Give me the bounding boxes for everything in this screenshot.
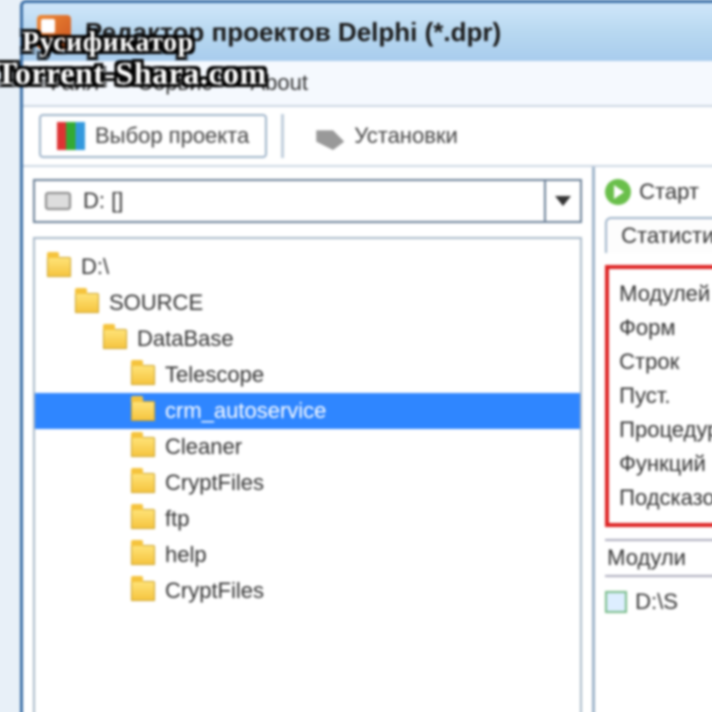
stat-row: Процедур [619,413,712,447]
folder-icon [131,473,155,493]
modules-header: Модули [605,539,712,577]
tree-item-label: Cleaner [165,434,242,460]
module-path-text: D:\S [635,589,678,615]
tree-item[interactable]: SOURCE [35,285,580,321]
folder-icon [103,329,127,349]
play-icon [605,179,631,205]
tree-item-label: crm_autoservice [165,398,326,424]
folder-icon [131,365,155,385]
tree-item[interactable]: Telescope [35,357,580,393]
folder-icon [131,401,155,421]
wrench-icon [316,122,344,150]
start-button[interactable]: Старт [605,179,712,205]
tree-item-label: D:\ [81,254,109,280]
tab-bar: Статистика [605,217,712,253]
stats-box: МодулейФормСтрокПуст.ПроцедурФункцийПодс… [605,265,712,527]
select-project-label: Выбор проекта [95,123,249,149]
tree-item[interactable]: DataBase [35,321,580,357]
tree-item[interactable]: CryptFiles [35,465,580,501]
right-pane: Старт Статистика МодулейФормСтрокПуст.Пр… [595,167,712,712]
tree-item-label: SOURCE [109,290,203,316]
folder-icon [131,581,155,601]
tree-item[interactable]: help [35,537,580,573]
folder-icon [47,257,71,277]
tree-item[interactable]: ftp [35,501,580,537]
tree-item[interactable]: D:\ [35,249,580,285]
watermark-overlay: Русификатор Torrent-Shara.com [0,28,267,91]
toolbar-separator [281,114,284,158]
module-icon [605,591,627,613]
tree-item-label: Telescope [165,362,264,388]
folder-icon [75,293,99,313]
start-label: Старт [639,179,699,205]
tree-item-label: DataBase [137,326,234,352]
tree-item[interactable]: CryptFiles [35,573,580,609]
settings-label: Установки [354,123,458,149]
settings-button[interactable]: Установки [298,114,476,158]
tree-item-label: help [165,542,207,568]
folder-icon [131,437,155,457]
stat-row: Строк [619,345,712,379]
stat-row: Форм [619,311,712,345]
tree-item[interactable]: crm_autoservice [35,393,580,429]
toolbar: Выбор проекта Установки Project: [23,105,712,167]
folder-icon [131,509,155,529]
stat-row: Модулей [619,277,712,311]
stat-row: Пуст. [619,379,712,413]
drive-icon [45,192,71,210]
select-project-button[interactable]: Выбор проекта [39,114,267,158]
stat-row: Функций [619,447,712,481]
drive-label: D: [] [83,188,123,214]
tree-item[interactable]: Cleaner [35,429,580,465]
drive-select[interactable]: D: [] [33,179,582,223]
app-window: Редактор проектов Delphi (*.dpr) Файл Се… [20,0,712,712]
content-area: D: [] D:\SOURCE DataBase Telescope crm_auto… [23,167,712,712]
chevron-down-icon[interactable] [544,181,580,221]
chart-bars-icon [57,122,85,150]
tree-item-label: CryptFiles [165,470,264,496]
left-pane: D: [] D:\SOURCE DataBase Telescope crm_auto… [23,167,595,712]
tab-statistics[interactable]: Статистика [605,217,712,253]
folder-icon [131,545,155,565]
module-path-row[interactable]: D:\S [605,589,712,615]
tree-item-label: CryptFiles [165,578,264,604]
watermark-line1: Русификатор [0,28,267,57]
stat-row: Подсказок [619,481,712,515]
watermark-line2: Torrent-Shara.com [0,57,267,91]
tree-item-label: ftp [165,506,189,532]
folder-tree[interactable]: D:\SOURCE DataBase Telescope crm_autoservic… [33,237,582,712]
